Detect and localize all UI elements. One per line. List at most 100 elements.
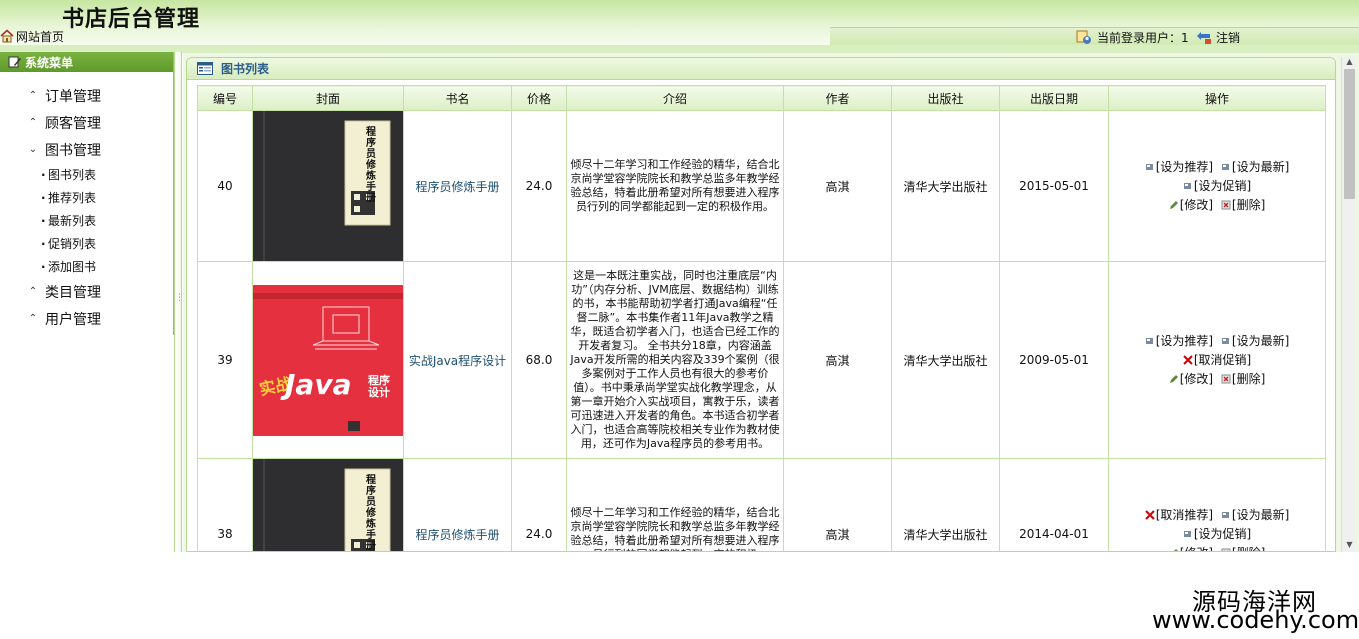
action-label: [设为促销] xyxy=(1193,178,1252,193)
splitter-grip-icon[interactable]: ⋮ xyxy=(175,294,184,310)
edit-button[interactable]: [修改] xyxy=(1169,370,1213,388)
sidebar-title: 系统菜单 xyxy=(25,55,74,70)
edit-button[interactable]: [修改] xyxy=(1169,544,1213,551)
delete-button[interactable]: [删除] xyxy=(1221,544,1265,552)
flag-icon xyxy=(1183,530,1191,537)
user-bar: 当前登录用户：1 注销 xyxy=(830,27,1359,45)
sidebar-item-label: 促销列表 xyxy=(48,237,97,251)
sidebar-item-recommend-list[interactable]: · 推荐列表 xyxy=(0,186,173,209)
flag-icon xyxy=(1221,511,1229,518)
set-recommend-button[interactable]: [设为推荐] xyxy=(1145,332,1213,350)
sidebar-group-label: 订单管理 xyxy=(45,88,101,105)
panel-header: 图书列表 xyxy=(187,58,1335,80)
book-cover-image[interactable]: 程序员修炼手册 xyxy=(253,459,403,552)
bullet: · xyxy=(41,213,46,228)
sidebar-item-add-book[interactable]: · 添加图书 xyxy=(0,255,173,278)
book-price: 24.0 xyxy=(511,458,567,551)
sidebar-group-customers[interactable]: ⌃ 顾客管理 xyxy=(0,109,173,136)
sidebar-header: 系统菜单 xyxy=(0,52,173,72)
pencil-icon xyxy=(1169,374,1178,383)
delete-button[interactable]: [删除] xyxy=(1221,370,1265,388)
book-list-panel: 图书列表 编号 封面 书名 价格 介绍 作者 出版社 出版日期 操作 40 程序… xyxy=(186,57,1336,552)
book-name[interactable]: 程序员修炼手册 xyxy=(403,110,512,262)
sidebar-group-categories[interactable]: ⌃ 类目管理 xyxy=(0,278,173,305)
book-publisher: 清华大学出版社 xyxy=(891,261,1000,459)
column-header: 介绍 xyxy=(566,85,784,111)
cover-title-text: 程序员修炼手册 xyxy=(366,475,376,552)
action-label: [删除] xyxy=(1231,197,1266,212)
scroll-up-arrow-icon[interactable]: ▲ xyxy=(1342,57,1357,69)
flag-icon xyxy=(1221,163,1229,170)
action-label: [设为最新] xyxy=(1231,507,1290,522)
book-desc: 倾尽十二年学习和工作经验的精华，结合北京尚学堂容学院院长和教学总监多年教学经验总… xyxy=(566,110,784,262)
panel-title: 图书列表 xyxy=(221,62,270,76)
book-date: 2015-05-01 xyxy=(999,110,1109,262)
scroll-down-arrow-icon[interactable]: ▼ xyxy=(1342,540,1357,552)
sidebar-item-label: 最新列表 xyxy=(48,214,97,228)
header-divider xyxy=(0,45,1359,53)
delete-button[interactable]: [删除] xyxy=(1221,196,1265,214)
action-label: [设为推荐] xyxy=(1155,333,1214,348)
sidebar-item-book-list[interactable]: · 图书列表 xyxy=(0,163,173,186)
edit-button[interactable]: [修改] xyxy=(1169,196,1213,214)
table-row: 38 程序员修炼手册 程序员修炼手册 24.0 倾尽十二年学习和工作经验的精华，… xyxy=(197,458,1326,552)
bullet: · xyxy=(41,190,46,205)
cover-title-text: 程序员修炼手册 xyxy=(366,127,376,204)
sidebar: 系统菜单 ⌃ 订单管理 ⌃ 顾客管理 ⌄ 图书管理 · 图书列表 · 推荐列表 … xyxy=(0,52,174,335)
menu-edit-icon xyxy=(8,56,21,68)
action-label: [删除] xyxy=(1231,371,1266,386)
pencil-icon xyxy=(1173,548,1178,551)
flag-icon xyxy=(1183,182,1191,189)
action-label: [修改] xyxy=(1179,371,1214,386)
column-header: 作者 xyxy=(783,85,892,111)
book-price: 68.0 xyxy=(511,261,567,459)
set-newest-button[interactable]: [设为最新] xyxy=(1221,158,1289,176)
book-cover-image[interactable]: 实战 Java 程序设计 xyxy=(253,284,403,436)
cancel-recommend-button[interactable]: [取消推荐] xyxy=(1144,506,1214,524)
cover-sub-text: 程序设计 xyxy=(368,373,390,399)
sidebar-group-label: 类目管理 xyxy=(45,284,101,301)
chevron-up-icon: ⌃ xyxy=(28,286,38,297)
book-date: 2014-04-01 xyxy=(999,458,1109,551)
book-table: 编号 封面 书名 价格 介绍 作者 出版社 出版日期 操作 40 程序员修炼手册… xyxy=(197,85,1326,552)
book-id: 39 xyxy=(197,261,253,459)
action-label: [删除] xyxy=(1232,544,1265,552)
sidebar-group-users[interactable]: ⌃ 用户管理 xyxy=(0,305,173,332)
scroll-thumb[interactable] xyxy=(1344,69,1355,199)
chevron-up-icon: ⌃ xyxy=(28,90,38,101)
app-header: 书店后台管理 网站首页 当前登录用户：1 注销 xyxy=(0,0,1359,45)
set-recommend-button[interactable]: [设为推荐] xyxy=(1145,158,1213,176)
home-link-label: 网站首页 xyxy=(16,29,65,44)
logout-button[interactable]: 注销 xyxy=(1196,29,1240,46)
cover-java-word: Java xyxy=(285,367,352,401)
sidebar-item-newest-list[interactable]: · 最新列表 xyxy=(0,209,173,232)
flag-icon xyxy=(1145,337,1153,344)
set-newest-button[interactable]: [设为最新] xyxy=(1221,506,1289,524)
set-newest-button[interactable]: [设为最新] xyxy=(1221,332,1289,350)
book-actions: [设为推荐] [设为最新] [设为促销] [修改] [删除] xyxy=(1108,110,1326,262)
main-area: 图书列表 编号 封面 书名 价格 介绍 作者 出版社 出版日期 操作 40 程序… xyxy=(183,53,1359,552)
set-promotion-button[interactable]: [设为促销] xyxy=(1183,525,1251,543)
action-label: [修改] xyxy=(1179,197,1214,212)
sidebar-group-books[interactable]: ⌄ 图书管理 xyxy=(0,136,173,163)
home-link[interactable]: 网站首页 xyxy=(0,27,64,45)
sidebar-item-promotion-list[interactable]: · 促销列表 xyxy=(0,232,173,255)
sidebar-group-label: 图书管理 xyxy=(45,142,101,159)
set-promotion-button[interactable]: [设为促销] xyxy=(1183,177,1251,195)
book-cover-image[interactable]: 程序员修炼手册 xyxy=(253,111,403,261)
table-row: 40 程序员修炼手册 程序员修炼手册 24.0 倾尽十二年学习和工作经验的精华，… xyxy=(197,110,1326,262)
sidebar-group-label: 用户管理 xyxy=(45,311,101,328)
action-label: [设为推荐] xyxy=(1155,159,1214,174)
book-name[interactable]: 程序员修炼手册 xyxy=(403,458,512,551)
cancel-promotion-button[interactable]: [取消促销] xyxy=(1183,351,1251,369)
sidebar-group-orders[interactable]: ⌃ 订单管理 xyxy=(0,82,173,109)
delete-icon xyxy=(1221,548,1231,551)
chevron-down-icon: ⌄ xyxy=(28,144,38,155)
book-id: 38 xyxy=(197,458,253,551)
current-user: 当前登录用户：1 xyxy=(1076,29,1189,46)
book-date: 2009-05-01 xyxy=(999,261,1109,459)
vertical-scrollbar[interactable]: ▲ ▼ xyxy=(1341,57,1356,552)
book-name[interactable]: 实战Java程序设计 xyxy=(403,261,512,459)
action-label: [取消推荐] xyxy=(1155,507,1214,522)
sidebar-item-label: 图书列表 xyxy=(48,168,97,182)
